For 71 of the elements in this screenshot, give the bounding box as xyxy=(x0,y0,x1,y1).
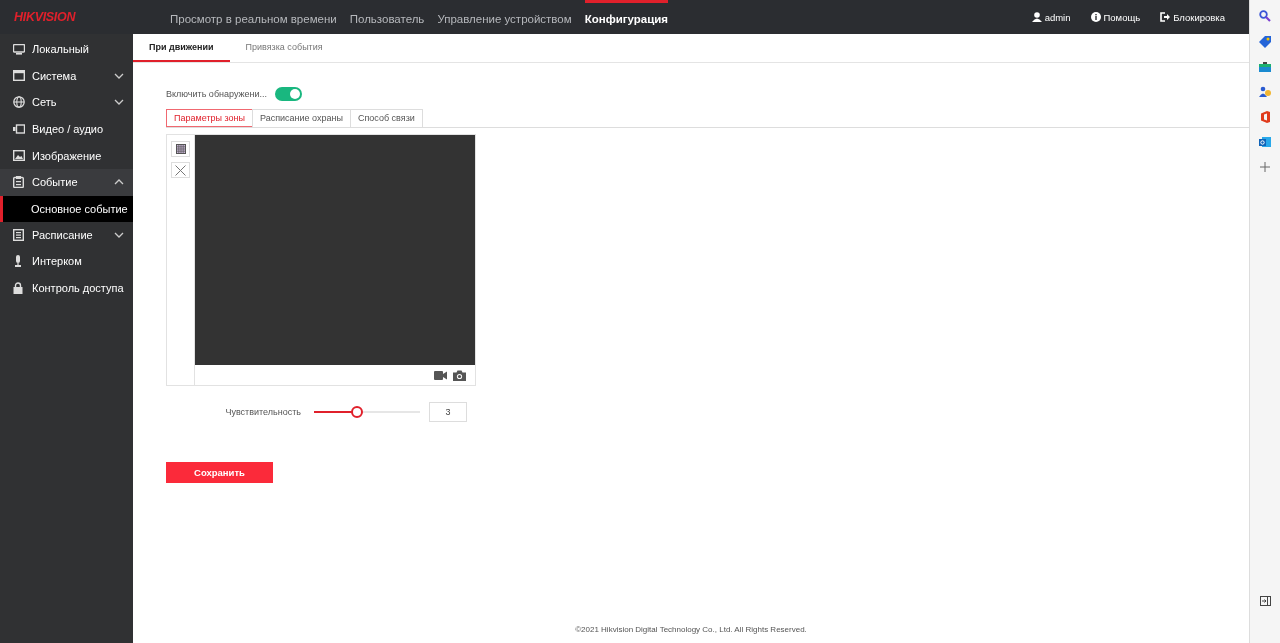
user-link[interactable]: admin xyxy=(1031,11,1071,23)
info-icon xyxy=(1090,12,1101,22)
draw-grid-button[interactable] xyxy=(171,141,190,157)
tab[interactable]: Привязка события xyxy=(229,34,339,62)
video-icon xyxy=(13,124,25,135)
globe-icon xyxy=(13,96,25,109)
list-icon xyxy=(13,228,24,241)
sidebar-item[interactable]: Изображение xyxy=(0,142,133,169)
mail-icon[interactable] xyxy=(1259,137,1271,148)
sidebar-label: Изображение xyxy=(32,149,103,162)
help-link[interactable]: Помощь xyxy=(1090,11,1141,23)
sidebar-label: Интерком xyxy=(32,255,83,268)
plus-icon[interactable] xyxy=(1260,162,1270,172)
sidebar-item[interactable]: Локальный xyxy=(0,36,133,63)
clipboard-icon xyxy=(13,176,24,189)
chevron-down-icon xyxy=(114,99,124,106)
sidebar-item[interactable]: Контроль доступа xyxy=(0,274,133,302)
nav-tab[interactable]: Пользователь xyxy=(349,0,425,34)
close-icon xyxy=(175,164,186,176)
sidebar-label: Система xyxy=(32,69,78,82)
lock-label: Блокировка xyxy=(1173,11,1225,23)
logout-icon xyxy=(1160,12,1171,22)
people-icon[interactable] xyxy=(1259,86,1271,97)
chevron-down-icon xyxy=(114,72,124,79)
sidebar-label: Сеть xyxy=(32,96,58,109)
sidebar-label: Событие xyxy=(32,176,79,189)
sidebar-item[interactable]: Сеть xyxy=(0,89,133,116)
chevron-down-icon xyxy=(114,231,124,238)
sidebar-label: Расписание xyxy=(32,228,94,241)
sidebar-item[interactable]: Интерком xyxy=(0,248,133,275)
sidebar-item[interactable]: Система xyxy=(0,62,133,90)
briefcase-icon[interactable] xyxy=(1259,62,1271,72)
sidebar-label: Локальный xyxy=(32,43,90,56)
image-icon xyxy=(13,150,25,162)
sub-tab[interactable]: Расписание охраны xyxy=(251,109,351,127)
user-icon xyxy=(1031,12,1042,22)
nav-tab[interactable]: Управление устройством xyxy=(437,0,572,34)
help-label: Помощь xyxy=(1103,11,1141,23)
sidebar-subitem[interactable]: Основное событие xyxy=(0,195,133,222)
user-name: admin xyxy=(1044,11,1071,23)
camera-icon[interactable] xyxy=(453,369,466,381)
lock-link[interactable]: Блокировка xyxy=(1160,11,1225,23)
tab[interactable]: При движении xyxy=(133,34,230,62)
sub-tab[interactable]: Параметры зоны xyxy=(166,109,253,127)
nav-tab[interactable]: Просмотр в реальном времени xyxy=(170,0,337,34)
copyright-text: ©2021 Hikvision Digital Technology Co., Ltd. All Rights Reserved. xyxy=(575,625,807,634)
lock-icon xyxy=(13,282,23,295)
chevron-up-icon xyxy=(114,179,124,186)
sidebar-toggle-icon[interactable] xyxy=(1259,596,1271,606)
sensitivity-label: Чувствительность xyxy=(224,407,301,417)
sidebar-label: Контроль доступа xyxy=(32,282,124,295)
video-camera-icon[interactable] xyxy=(434,370,447,380)
window-icon xyxy=(13,70,25,82)
sidebar-item[interactable]: Расписание xyxy=(0,221,133,249)
tag-icon[interactable] xyxy=(1259,36,1271,48)
sensitivity-value-field[interactable]: 3 xyxy=(429,402,467,422)
office-icon[interactable] xyxy=(1259,111,1271,123)
grid-icon xyxy=(175,144,186,154)
logo: HIKVISION xyxy=(13,10,77,24)
slider-thumb[interactable] xyxy=(351,406,364,418)
monitor-icon xyxy=(13,43,25,55)
sub-tab[interactable]: Способ связи xyxy=(349,109,423,127)
enable-label: Включить обнаружени... xyxy=(166,89,268,99)
sidebar-label: Видео / аудио xyxy=(32,123,105,136)
toggle-switch[interactable] xyxy=(275,87,303,101)
microphone-icon xyxy=(13,255,23,268)
search-icon[interactable] xyxy=(1259,10,1271,22)
save-button[interactable]: Сохранить xyxy=(166,462,273,483)
sidebar-item[interactable]: Видео / аудио xyxy=(0,115,133,143)
sidebar-item[interactable]: Событие xyxy=(0,168,133,196)
clear-button[interactable] xyxy=(171,162,190,178)
